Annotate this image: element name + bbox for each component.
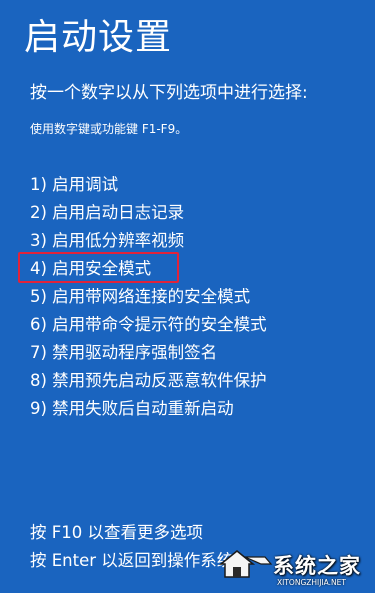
option-label: 5) 启用带网络连接的安全模式 <box>30 287 251 306</box>
page-title: 启动设置 <box>24 17 173 58</box>
option-safe-mode-with-command-prompt[interactable]: 6) 启用带命令提示符的安全模式 <box>30 314 360 342</box>
option-label: 4) 启用安全模式 <box>30 259 152 278</box>
startup-settings-screen: 启动设置 按一个数字以从下列选项中进行选择: 使用数字键或功能键 F1-F9。 … <box>0 0 375 593</box>
instruction-text: 按一个数字以从下列选项中进行选择: <box>30 83 308 103</box>
option-enable-boot-logging[interactable]: 2) 启用启动日志记录 <box>30 202 360 230</box>
startup-options-list: 1) 启用调试 2) 启用启动日志记录 3) 启用低分辨率视频 4) 启用安全模… <box>18 174 360 426</box>
option-disable-driver-signature-enforcement[interactable]: 7) 禁用驱动程序强制签名 <box>30 342 360 370</box>
option-label: 6) 启用带命令提示符的安全模式 <box>30 315 267 334</box>
option-label: 7) 禁用驱动程序强制签名 <box>30 343 218 362</box>
option-disable-early-launch-anti-malware[interactable]: 8) 禁用预先启动反恶意软件保护 <box>30 370 360 398</box>
option-label: 3) 启用低分辨率视频 <box>30 231 185 250</box>
option-safe-mode-with-networking[interactable]: 5) 启用带网络连接的安全模式 <box>30 286 360 314</box>
watermark-url: XITONGZHIJIA.NET <box>277 578 346 587</box>
option-label: 1) 启用调试 <box>30 175 119 194</box>
option-disable-auto-restart-on-failure[interactable]: 9) 禁用失败后自动重新启动 <box>30 398 360 426</box>
option-enable-low-resolution-video[interactable]: 3) 启用低分辨率视频 <box>30 230 360 258</box>
option-label: 2) 启用启动日志记录 <box>30 203 185 222</box>
option-label: 9) 禁用失败后自动重新启动 <box>30 399 234 418</box>
option-enable-debugging[interactable]: 1) 启用调试 <box>30 174 360 202</box>
more-options-hint[interactable]: 按 F10 以查看更多选项 <box>30 522 370 550</box>
option-enable-safe-mode[interactable]: 4) 启用安全模式 <box>18 252 360 286</box>
key-hint-text: 使用数字键或功能键 F1-F9。 <box>30 122 188 136</box>
return-to-os-hint[interactable]: 按 Enter 以返回到操作系统 <box>30 550 370 578</box>
footer-instructions: 按 F10 以查看更多选项 按 Enter 以返回到操作系统 <box>30 522 370 578</box>
option-label: 8) 禁用预先启动反恶意软件保护 <box>30 371 267 390</box>
